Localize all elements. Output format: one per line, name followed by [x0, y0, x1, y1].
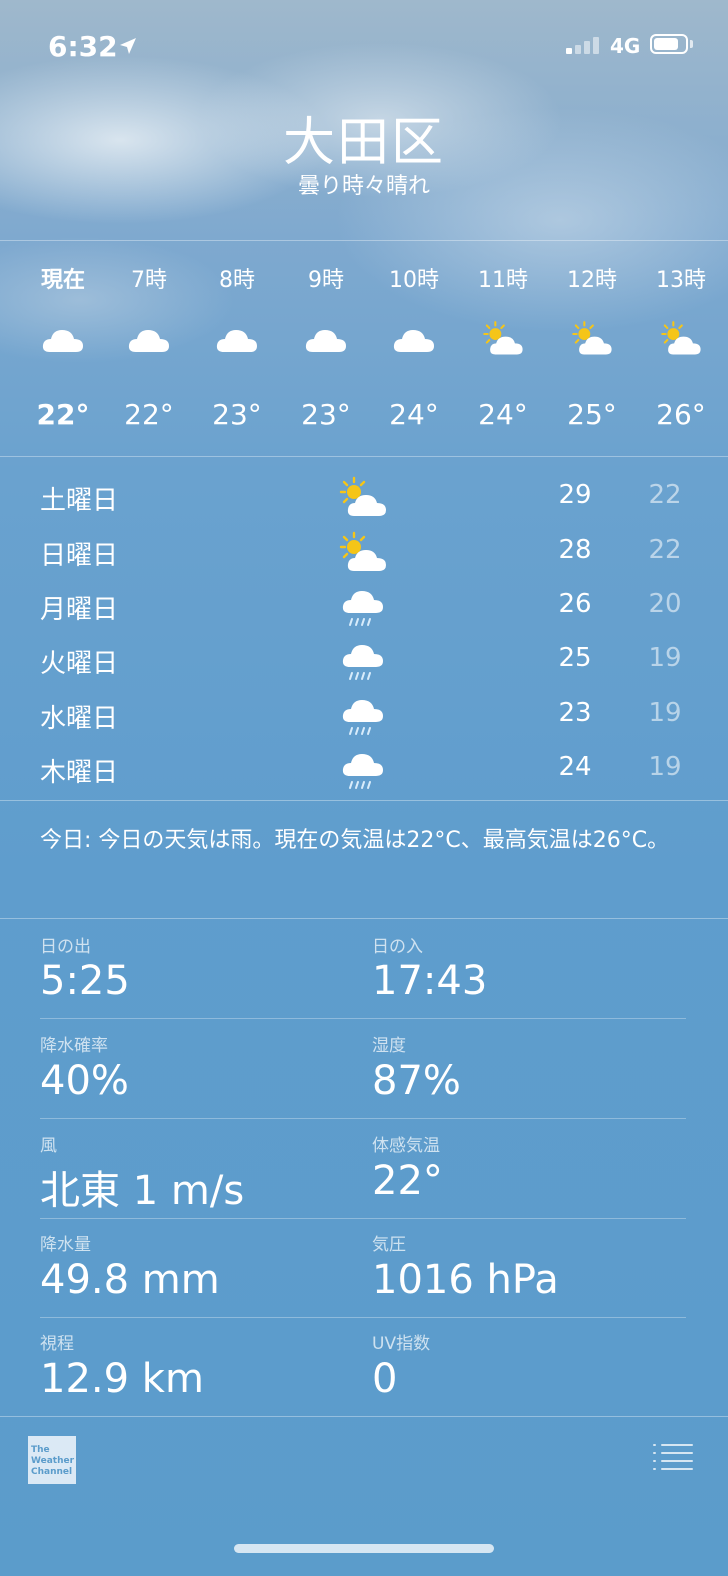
hour-label: 現在 [40, 268, 85, 293]
cloud-icon [214, 318, 260, 362]
weather-channel-logo[interactable]: The Weather Channel [28, 1436, 76, 1484]
rain-icon [336, 694, 390, 740]
day-high-temp: 28 [558, 535, 592, 565]
logo-line: Channel [31, 1467, 73, 1477]
humidity-label: 湿度 [372, 1036, 406, 1056]
sunrise-value: 5:25 [40, 958, 130, 1004]
day-name: 火曜日 [40, 649, 119, 679]
location-arrow-icon [120, 38, 136, 54]
precipitation-label: 降水量 [40, 1235, 91, 1255]
sunset-label: 日の入 [372, 937, 423, 957]
hour-label: 7時 [131, 268, 167, 293]
logo-line: Weather [31, 1456, 75, 1466]
cloud-icon [126, 318, 172, 362]
day-name: 木曜日 [40, 758, 119, 788]
hour-label: 13時 [656, 268, 706, 293]
status-time: 6:32 [48, 30, 118, 63]
hour-temp: 22° [36, 398, 90, 431]
hour-temp: 24° [478, 398, 528, 431]
day-name: 月曜日 [40, 595, 119, 625]
day-high-temp: 23 [558, 698, 592, 728]
day-name: 日曜日 [40, 541, 119, 571]
day-low-temp: 19 [648, 698, 682, 728]
partly-sunny-icon [336, 476, 390, 522]
day-name: 土曜日 [40, 486, 119, 516]
hour-label: 12時 [567, 268, 617, 293]
cloud-icon [391, 318, 437, 362]
uv-index-value: 0 [372, 1356, 398, 1402]
wind-label: 風 [40, 1136, 57, 1156]
humidity-value: 87% [372, 1058, 461, 1104]
hour-temp: 24° [389, 398, 439, 431]
logo-line: The [31, 1445, 50, 1455]
divider [0, 1416, 728, 1417]
hour-label: 10時 [389, 268, 439, 293]
precip-chance-value: 40% [40, 1058, 129, 1104]
sunrise-label: 日の出 [40, 937, 91, 957]
rain-icon [336, 639, 390, 685]
home-indicator[interactable] [234, 1544, 494, 1553]
hour-label: 9時 [308, 268, 344, 293]
divider [40, 1317, 686, 1318]
day-name: 水曜日 [40, 704, 119, 734]
day-low-temp: 22 [648, 480, 682, 510]
hour-label: 11時 [478, 268, 528, 293]
divider [0, 918, 728, 919]
divider [40, 1018, 686, 1019]
feels-like-value: 22° [372, 1158, 443, 1204]
precipitation-value: 49.8 mm [40, 1257, 220, 1303]
day-low-temp: 20 [648, 589, 682, 619]
hour-temp: 25° [567, 398, 617, 431]
partly-sunny-icon [336, 531, 390, 577]
pressure-value: 1016 hPa [372, 1257, 559, 1303]
day-high-temp: 29 [558, 480, 592, 510]
cloud-background [0, 0, 728, 460]
divider [0, 456, 728, 457]
wind-value: 北東 1 m/s [40, 1168, 245, 1214]
divider [0, 240, 728, 241]
divider [40, 1118, 686, 1119]
day-low-temp: 19 [648, 752, 682, 782]
sunset-value: 17:43 [372, 958, 488, 1004]
hour-temp: 22° [124, 398, 174, 431]
battery-cap [690, 40, 693, 48]
divider [40, 1218, 686, 1219]
list-icon[interactable] [652, 1442, 694, 1472]
rain-icon [336, 748, 390, 794]
signal-icon [566, 36, 602, 54]
network-type: 4G [610, 34, 641, 58]
hour-temp: 26° [656, 398, 706, 431]
current-condition: 曇り時々晴れ [297, 174, 430, 199]
precip-chance-label: 降水確率 [40, 1036, 108, 1056]
partly-sunny-icon [480, 318, 526, 362]
hour-temp: 23° [301, 398, 351, 431]
visibility-value: 12.9 km [40, 1356, 204, 1402]
partly-sunny-icon [658, 318, 704, 362]
hour-label: 8時 [219, 268, 255, 293]
hour-temp: 23° [212, 398, 262, 431]
day-low-temp: 22 [648, 535, 682, 565]
cloud-icon [40, 318, 86, 362]
partly-sunny-icon [569, 318, 615, 362]
feels-like-label: 体感気温 [372, 1136, 440, 1156]
today-summary: 今日: 今日の天気は雨。現在の気温は22°C、最高気温は26°C。 [40, 828, 670, 853]
day-high-temp: 26 [558, 589, 592, 619]
day-low-temp: 19 [648, 643, 682, 673]
visibility-label: 視程 [40, 1334, 74, 1354]
day-high-temp: 25 [558, 643, 592, 673]
day-high-temp: 24 [558, 752, 592, 782]
uv-index-label: UV指数 [372, 1334, 431, 1354]
city-name: 大田区 [282, 113, 445, 173]
cloud-icon [303, 318, 349, 362]
battery-icon [650, 34, 688, 54]
rain-icon [336, 585, 390, 631]
pressure-label: 気圧 [372, 1235, 406, 1255]
divider [0, 800, 728, 801]
